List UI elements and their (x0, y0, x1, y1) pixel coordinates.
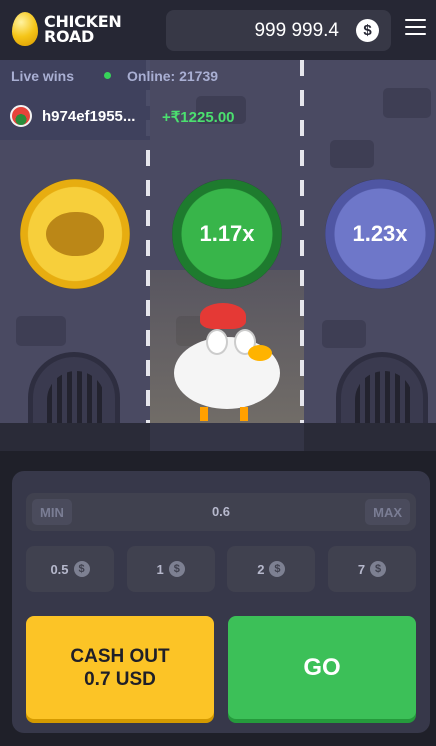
quick-bet-row: 0.5 $ 1 $ 2 $ 7 $ (26, 546, 416, 592)
sewer-grate (336, 352, 428, 423)
go-label: GO (303, 653, 341, 681)
online-count: Online: 21739 (127, 68, 219, 84)
lane-coin-current: 1.17x (172, 179, 282, 289)
bet-amount-row: MIN 0.6 MAX (26, 493, 416, 531)
lane-coin-next[interactable]: 1.23x (325, 179, 435, 289)
winner-username: h974ef1955... (42, 108, 136, 125)
chicken-character (170, 303, 290, 423)
quick-bet-button[interactable]: 7 $ (327, 546, 416, 592)
bet-amount-input[interactable]: 0.6 (26, 504, 416, 519)
wall-brick (16, 316, 66, 346)
dollar-icon: $ (370, 561, 387, 577)
game-scene: Live wins Online: 21739 h974ef1955... +₹… (0, 60, 436, 423)
cash-out-amount: 0.7 USD (84, 668, 156, 690)
dollar-icon: $ (356, 19, 379, 42)
max-bet-button[interactable]: MAX (365, 499, 410, 525)
wall-brick (322, 320, 366, 348)
top-bar: CHICKEN ROAD 999 999.4 $ (0, 0, 436, 60)
logo-line-2: ROAD (44, 27, 94, 46)
road-edge (0, 423, 436, 451)
dollar-icon: $ (168, 561, 185, 577)
online-status-icon (104, 72, 111, 79)
hamburger-menu-icon[interactable] (405, 19, 426, 37)
wall-brick (383, 88, 431, 118)
egg-icon (12, 12, 38, 46)
lane-divider (300, 60, 304, 423)
balance-display: 999 999.4 $ (166, 10, 391, 51)
logo: CHICKEN ROAD (12, 12, 122, 46)
sewer-grate (28, 352, 120, 423)
dollar-icon: $ (73, 561, 90, 577)
bet-control-panel: MIN 0.6 MAX 0.5 $ 1 $ 2 $ 7 $ CASH OUT 0… (12, 471, 430, 733)
quick-bet-button[interactable]: 1 $ (126, 546, 215, 592)
dollar-icon: $ (269, 561, 286, 577)
current-multiplier: 1.17x (199, 221, 255, 246)
roast-chicken-icon (46, 212, 104, 256)
win-amount: +₹1225.00 (162, 109, 235, 126)
go-button[interactable]: GO (228, 616, 416, 719)
user-flag-avatar (10, 105, 32, 127)
next-multiplier: 1.23x (352, 221, 408, 246)
cash-out-button[interactable]: CASH OUT 0.7 USD (26, 616, 214, 719)
cash-out-label: CASH OUT (70, 645, 170, 667)
quick-bet-button[interactable]: 0.5 $ (26, 546, 114, 592)
wall-brick (330, 140, 374, 168)
balance-amount: 999 999.4 (254, 19, 339, 41)
quick-bet-button[interactable]: 2 $ (227, 546, 316, 592)
live-wins-label: Live wins (11, 68, 75, 84)
lane-coin-passed (20, 179, 130, 289)
live-win-row: h974ef1955... +₹1225.00 (0, 100, 255, 136)
